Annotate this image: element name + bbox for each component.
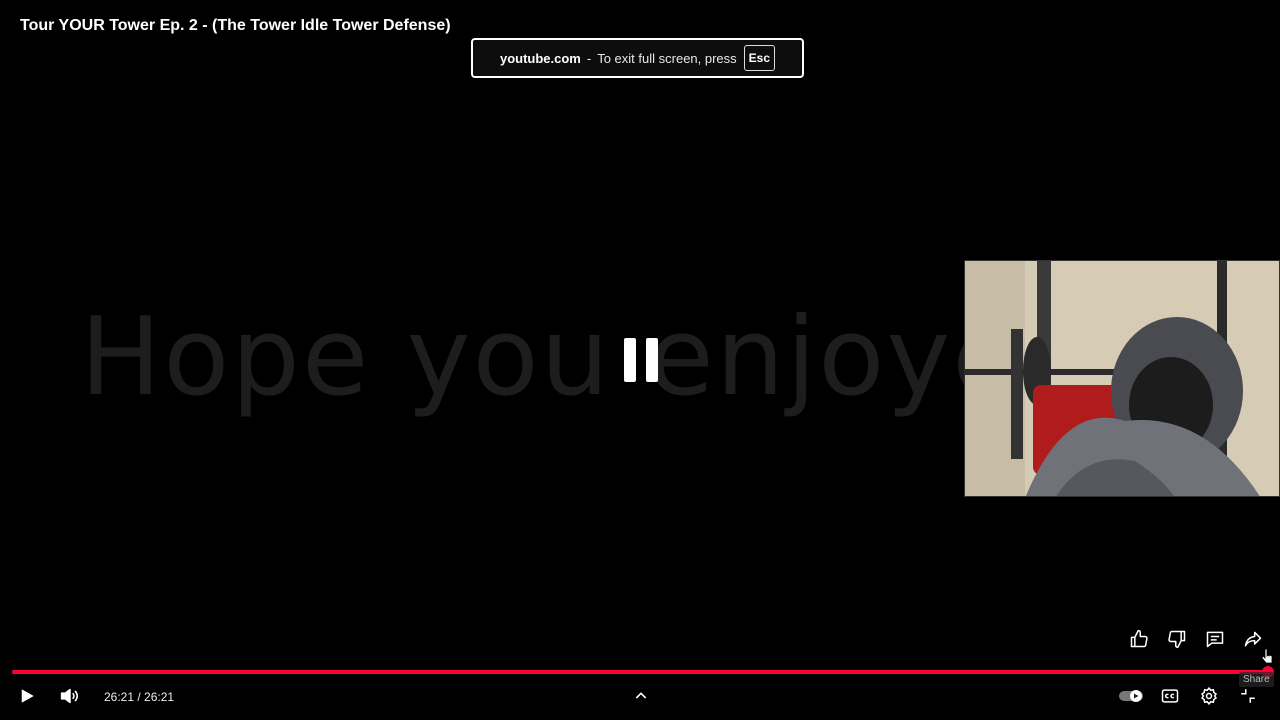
exit-fullscreen-button[interactable] <box>1234 680 1262 716</box>
captions-button[interactable] <box>1156 680 1184 716</box>
notice-domain: youtube.com <box>499 50 581 66</box>
mute-button[interactable] <box>54 680 84 716</box>
gear-icon <box>1199 686 1219 711</box>
like-button[interactable] <box>1124 626 1154 656</box>
esc-key-badge: Esc <box>743 45 776 71</box>
progress-bar[interactable] <box>12 666 1274 678</box>
chevron-up-icon <box>633 688 649 709</box>
pause-bar-left <box>624 338 636 382</box>
video-title: Tour YOUR Tower Ep. 2 - (The Tower Idle … <box>20 17 451 34</box>
comments-button[interactable] <box>1200 626 1230 656</box>
volume-icon <box>58 685 80 712</box>
pause-bar-right <box>646 338 658 382</box>
play-icon <box>18 687 36 710</box>
share-icon <box>1243 629 1263 654</box>
center-pause-indicator[interactable] <box>622 338 662 382</box>
more-videos-button[interactable] <box>628 680 654 716</box>
play-button[interactable] <box>12 680 42 716</box>
comments-icon <box>1205 629 1225 654</box>
autoplay-toggle[interactable] <box>1117 680 1145 716</box>
notice-message: To exit full screen, press <box>597 50 737 66</box>
autoplay-icon <box>1118 688 1144 709</box>
thumbs-up-icon <box>1129 629 1149 654</box>
exit-fullscreen-icon <box>1239 687 1257 710</box>
settings-button[interactable] <box>1195 680 1223 716</box>
mouse-cursor-icon <box>1261 648 1274 669</box>
video-action-bar <box>1124 626 1268 656</box>
thumbs-down-icon <box>1167 629 1187 654</box>
captions-icon <box>1160 686 1180 711</box>
fullscreen-notice: youtube.com - To exit full screen, press… <box>471 38 804 78</box>
dislike-button[interactable] <box>1162 626 1192 656</box>
webcam-overlay <box>964 260 1280 497</box>
video-overlay-text: Hope you enjoye <box>80 295 1021 420</box>
player-controls: 26:21 / 26:21 <box>0 680 1280 716</box>
notice-separator: - <box>586 50 592 66</box>
time-display: 26:21 / 26:21 <box>104 690 175 704</box>
